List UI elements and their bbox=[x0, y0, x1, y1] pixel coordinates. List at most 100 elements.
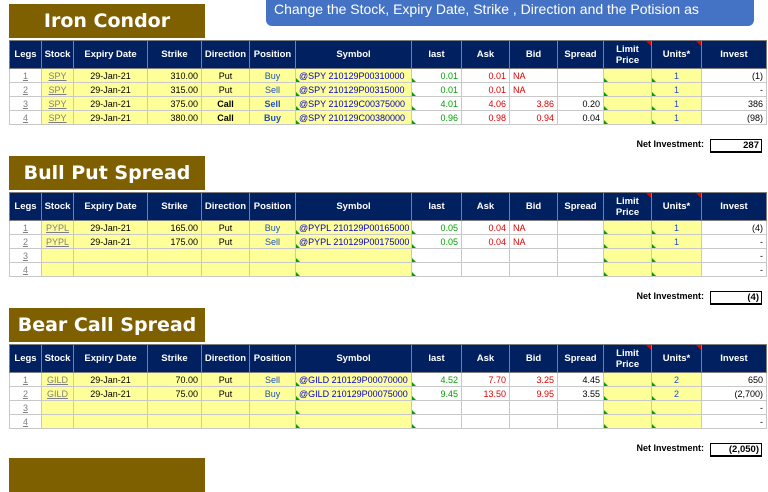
cell-leg[interactable]: 2 bbox=[9, 234, 42, 249]
cell-position[interactable]: Sell bbox=[249, 234, 296, 249]
cell-stock[interactable]: PYPL bbox=[41, 234, 74, 249]
cell-direction[interactable] bbox=[201, 400, 250, 415]
cell-position[interactable]: Sell bbox=[249, 372, 296, 387]
cell-position[interactable]: Buy bbox=[249, 386, 296, 401]
cell-stock[interactable]: GILD bbox=[41, 372, 74, 387]
cell-expiry[interactable]: 29-Jan-21 bbox=[73, 220, 148, 235]
cell-strike[interactable]: 310.00 bbox=[147, 68, 202, 83]
cell-strike[interactable]: 175.00 bbox=[147, 234, 202, 249]
cell-expiry[interactable]: 29-Jan-21 bbox=[73, 386, 148, 401]
cell-direction[interactable]: Put bbox=[201, 234, 250, 249]
cell-stock[interactable]: SPY bbox=[41, 68, 74, 83]
cell-expiry[interactable]: 29-Jan-21 bbox=[73, 234, 148, 249]
cell-leg[interactable]: 1 bbox=[9, 220, 42, 235]
cell-strike[interactable] bbox=[147, 248, 202, 263]
cell-expiry[interactable]: 29-Jan-21 bbox=[73, 96, 148, 111]
cell-leg[interactable]: 3 bbox=[9, 248, 42, 263]
cell-units[interactable]: 2 bbox=[651, 372, 702, 387]
cell-limit[interactable] bbox=[603, 110, 652, 125]
cell-units[interactable]: 1 bbox=[651, 68, 702, 83]
cell-direction[interactable]: Call bbox=[201, 96, 250, 111]
cell-expiry[interactable] bbox=[73, 400, 148, 415]
cell-units[interactable]: 1 bbox=[651, 96, 702, 111]
cell-stock[interactable] bbox=[41, 248, 74, 263]
cell-stock[interactable]: GILD bbox=[41, 386, 74, 401]
cell-expiry[interactable] bbox=[73, 248, 148, 263]
cell-strike[interactable] bbox=[147, 414, 202, 429]
cell-limit[interactable] bbox=[603, 248, 652, 263]
cell-expiry[interactable]: 29-Jan-21 bbox=[73, 82, 148, 97]
cell-leg[interactable]: 4 bbox=[9, 262, 42, 277]
cell-invest: (98) bbox=[701, 110, 767, 125]
cell-leg[interactable]: 4 bbox=[9, 110, 42, 125]
cell-direction[interactable]: Call bbox=[201, 110, 250, 125]
cell-direction[interactable]: Put bbox=[201, 386, 250, 401]
cell-stock[interactable]: SPY bbox=[41, 110, 74, 125]
cell-units[interactable]: 2 bbox=[651, 386, 702, 401]
cell-direction[interactable]: Put bbox=[201, 372, 250, 387]
cell-leg[interactable]: 1 bbox=[9, 68, 42, 83]
cell-units[interactable]: 1 bbox=[651, 220, 702, 235]
cell-limit[interactable] bbox=[603, 234, 652, 249]
cell-units[interactable] bbox=[651, 262, 702, 277]
cell-stock[interactable]: PYPL bbox=[41, 220, 74, 235]
cell-units[interactable]: 1 bbox=[651, 110, 702, 125]
cell-limit[interactable] bbox=[603, 262, 652, 277]
cell-limit[interactable] bbox=[603, 82, 652, 97]
cell-stock[interactable] bbox=[41, 414, 74, 429]
cell-leg[interactable]: 2 bbox=[9, 82, 42, 97]
cell-direction[interactable]: Put bbox=[201, 220, 250, 235]
cell-expiry[interactable] bbox=[73, 262, 148, 277]
cell-units[interactable] bbox=[651, 248, 702, 263]
cell-position[interactable] bbox=[249, 400, 296, 415]
cell-stock[interactable]: SPY bbox=[41, 82, 74, 97]
cell-strike[interactable] bbox=[147, 262, 202, 277]
cell-strike[interactable]: 315.00 bbox=[147, 82, 202, 97]
cell-strike[interactable]: 75.00 bbox=[147, 386, 202, 401]
cell-limit[interactable] bbox=[603, 96, 652, 111]
cell-expiry[interactable]: 29-Jan-21 bbox=[73, 372, 148, 387]
cell-stock[interactable] bbox=[41, 400, 74, 415]
cell-strike[interactable]: 380.00 bbox=[147, 110, 202, 125]
cell-position[interactable] bbox=[249, 262, 296, 277]
cell-limit[interactable] bbox=[603, 386, 652, 401]
cell-position[interactable] bbox=[249, 248, 296, 263]
cell-bid: 0.94 bbox=[509, 110, 558, 125]
cell-direction[interactable] bbox=[201, 248, 250, 263]
cell-position[interactable]: Sell bbox=[249, 96, 296, 111]
cell-bid bbox=[509, 262, 558, 277]
cell-limit[interactable] bbox=[603, 414, 652, 429]
cell-limit[interactable] bbox=[603, 372, 652, 387]
cell-expiry[interactable] bbox=[73, 414, 148, 429]
cell-leg[interactable]: 3 bbox=[9, 400, 42, 415]
cell-units[interactable]: 1 bbox=[651, 82, 702, 97]
cell-position[interactable]: Sell bbox=[249, 82, 296, 97]
cell-leg[interactable]: 3 bbox=[9, 96, 42, 111]
cell-position[interactable]: Buy bbox=[249, 220, 296, 235]
cell-leg[interactable]: 2 bbox=[9, 386, 42, 401]
cell-expiry[interactable]: 29-Jan-21 bbox=[73, 110, 148, 125]
cell-strike[interactable]: 165.00 bbox=[147, 220, 202, 235]
cell-direction[interactable]: Put bbox=[201, 82, 250, 97]
cell-direction[interactable] bbox=[201, 414, 250, 429]
cell-stock[interactable]: SPY bbox=[41, 96, 74, 111]
cell-strike[interactable]: 375.00 bbox=[147, 96, 202, 111]
cell-limit[interactable] bbox=[603, 400, 652, 415]
cell-symbol bbox=[295, 400, 412, 415]
cell-units[interactable] bbox=[651, 414, 702, 429]
cell-stock[interactable] bbox=[41, 262, 74, 277]
cell-units[interactable] bbox=[651, 400, 702, 415]
cell-leg[interactable]: 4 bbox=[9, 414, 42, 429]
cell-leg[interactable]: 1 bbox=[9, 372, 42, 387]
cell-units[interactable]: 1 bbox=[651, 234, 702, 249]
cell-strike[interactable]: 70.00 bbox=[147, 372, 202, 387]
cell-limit[interactable] bbox=[603, 68, 652, 83]
cell-position[interactable]: Buy bbox=[249, 110, 296, 125]
cell-limit[interactable] bbox=[603, 220, 652, 235]
cell-direction[interactable]: Put bbox=[201, 68, 250, 83]
cell-position[interactable] bbox=[249, 414, 296, 429]
cell-strike[interactable] bbox=[147, 400, 202, 415]
cell-expiry[interactable]: 29-Jan-21 bbox=[73, 68, 148, 83]
cell-direction[interactable] bbox=[201, 262, 250, 277]
cell-position[interactable]: Buy bbox=[249, 68, 296, 83]
